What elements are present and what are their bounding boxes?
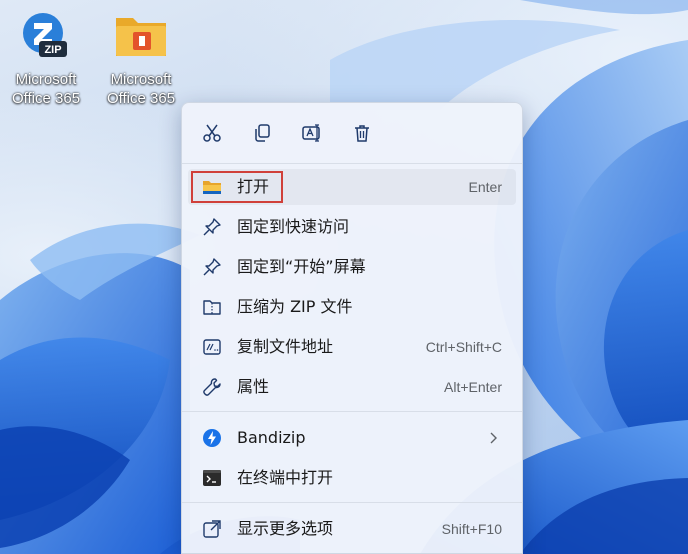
context-menu-toolbar bbox=[182, 103, 522, 163]
menu-item-bandizip[interactable]: Bandizip bbox=[188, 420, 516, 456]
menu-item-shortcut: Alt+Enter bbox=[444, 379, 502, 395]
menu-item-label: 属性 bbox=[237, 377, 270, 396]
rename-icon bbox=[302, 124, 320, 142]
terminal-icon bbox=[202, 468, 222, 488]
menu-item-label: 复制文件地址 bbox=[237, 337, 334, 356]
context-menu: 打开 Enter 固定到快速访问 固定到“开始”屏幕 压缩为 ZIP 文件 复制… bbox=[181, 102, 523, 554]
menu-item-show-more-options[interactable]: 显示更多选项 Shift+F10 bbox=[188, 511, 516, 547]
highlight-box bbox=[191, 171, 283, 203]
wrench-icon bbox=[202, 377, 222, 397]
copy-icon bbox=[255, 124, 270, 142]
scissors-icon bbox=[203, 124, 221, 142]
delete-button[interactable] bbox=[344, 117, 380, 149]
menu-item-shortcut: Enter bbox=[468, 179, 502, 195]
menu-item-copy-path[interactable]: 复制文件地址 Ctrl+Shift+C bbox=[188, 329, 516, 365]
menu-item-open-terminal[interactable]: 在终端中打开 bbox=[188, 460, 516, 496]
copy-button[interactable] bbox=[244, 117, 280, 149]
menu-item-shortcut: Ctrl+Shift+C bbox=[425, 339, 502, 355]
copy-path-icon bbox=[202, 337, 222, 357]
menu-separator bbox=[182, 411, 522, 412]
menu-item-label: 显示更多选项 bbox=[237, 519, 334, 538]
bandizip-icon bbox=[202, 428, 222, 448]
desktop-icon-office-folder[interactable]: Microsoft Office 365 bbox=[99, 8, 183, 108]
menu-item-open[interactable]: 打开 Enter bbox=[188, 169, 516, 205]
menu-item-compress-zip[interactable]: 压缩为 ZIP 文件 bbox=[188, 289, 516, 325]
desktop-icon-label: Microsoft Office 365 bbox=[11, 71, 81, 107]
chevron-right-icon bbox=[490, 432, 497, 444]
menu-item-label: 在终端中打开 bbox=[237, 468, 334, 487]
svg-text:ZIP: ZIP bbox=[44, 44, 61, 56]
cut-button[interactable] bbox=[194, 117, 230, 149]
rename-button[interactable] bbox=[294, 117, 330, 149]
menu-item-label: Bandizip bbox=[237, 428, 306, 447]
desktop: ZIP Microsoft Office 365 Microsoft Offic… bbox=[0, 0, 688, 554]
zip-folder-icon bbox=[202, 297, 222, 317]
menu-item-properties[interactable]: 属性 Alt+Enter bbox=[188, 369, 516, 405]
external-link-icon bbox=[202, 519, 222, 539]
menu-item-label: 固定到快速访问 bbox=[237, 217, 350, 236]
menu-separator bbox=[182, 502, 522, 503]
zip-icon: ZIP bbox=[18, 8, 74, 64]
menu-item-label: 固定到“开始”屏幕 bbox=[237, 257, 366, 276]
desktop-icon-zip-office[interactable]: ZIP Microsoft Office 365 bbox=[4, 8, 88, 108]
pin-icon bbox=[202, 217, 222, 237]
desktop-icon-label: Microsoft Office 365 bbox=[106, 71, 176, 107]
menu-item-shortcut: Shift+F10 bbox=[441, 521, 502, 537]
menu-item-pin-start[interactable]: 固定到“开始”屏幕 bbox=[188, 249, 516, 285]
pin-icon bbox=[202, 257, 222, 277]
trash-icon bbox=[355, 125, 369, 142]
menu-item-pin-quick-access[interactable]: 固定到快速访问 bbox=[188, 209, 516, 245]
menu-separator bbox=[182, 163, 522, 164]
office-folder-icon bbox=[113, 8, 169, 64]
menu-item-label: 压缩为 ZIP 文件 bbox=[237, 297, 353, 316]
